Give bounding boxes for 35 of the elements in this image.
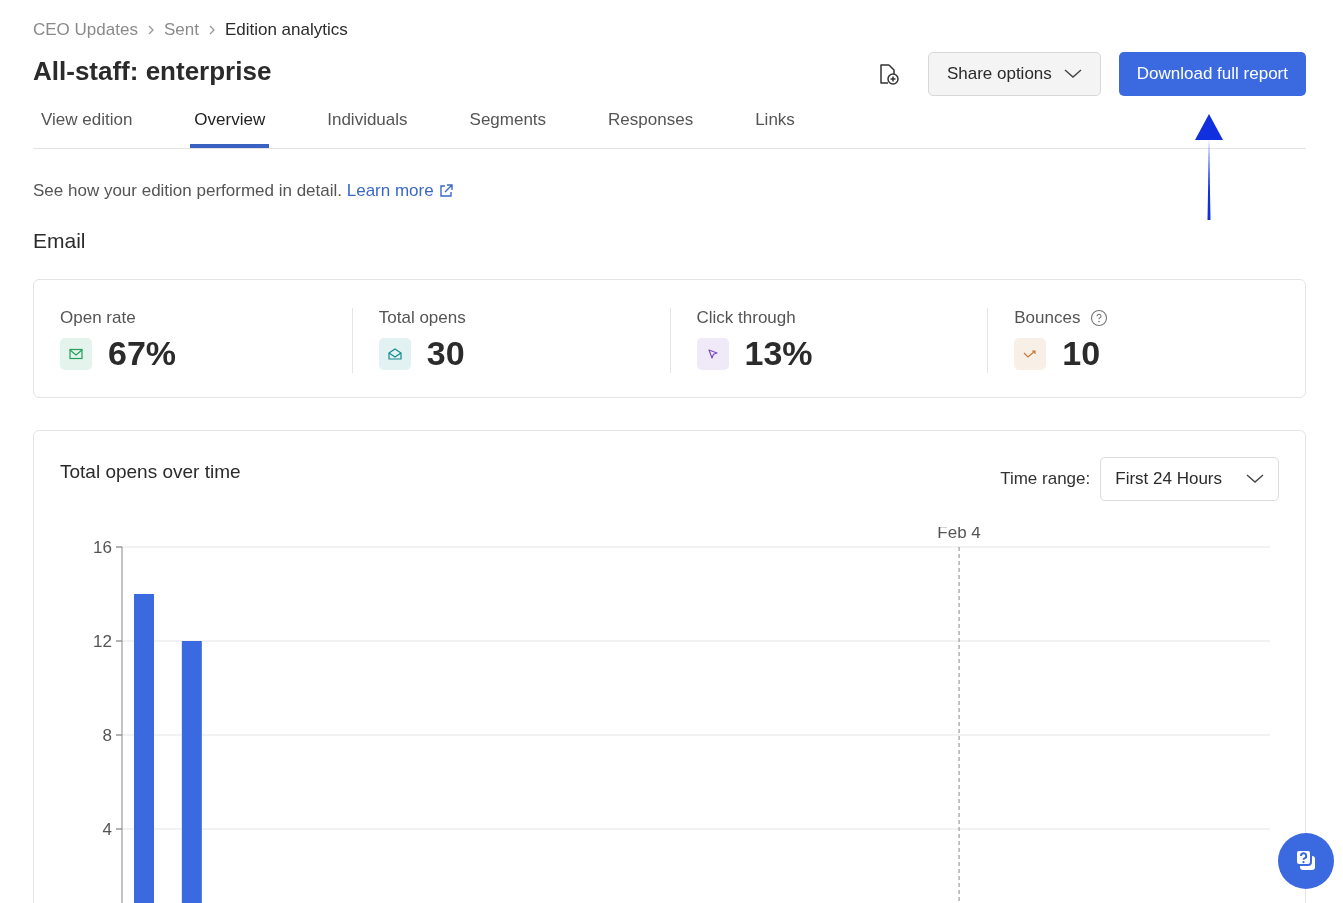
tab[interactable]: Links [751,102,799,148]
y-tick [115,546,123,548]
share-options-button[interactable]: Share options [927,52,1101,96]
stat-label: Open rate [60,308,136,328]
learn-more-link[interactable]: Learn more [346,181,454,201]
stat-value: 67% [108,334,177,373]
y-tick [115,640,123,642]
chart-title: Total opens over time [60,461,241,483]
time-range-dropdown[interactable]: First 24 Hours [1100,457,1279,501]
stat-value: 13% [744,334,813,373]
y-tick-label: 4 [102,820,112,839]
tab[interactable]: Segments [465,102,551,148]
tab[interactable]: Responses [604,102,698,148]
external-link-icon [437,183,454,199]
stat-label: Click through [696,308,796,328]
stat-label: Total opens [378,308,466,328]
help-chat-button[interactable] [1278,833,1334,889]
y-tick-label: 12 [93,632,112,651]
tab[interactable]: View edition [37,102,137,148]
tab[interactable]: Overview [190,102,270,148]
chevron-down-icon [1063,69,1082,79]
stat-label: Bounces [1014,308,1081,328]
stat-value: 10 [1062,334,1101,373]
y-tick-label: 8 [102,726,112,745]
time-range-label: Time range: [1000,469,1091,489]
y-tick [115,828,123,830]
page-title: All-staff: enterprise [33,56,273,87]
section-heading: Email [33,229,87,253]
tab[interactable]: Individuals [323,102,412,148]
download-report-button[interactable]: Download full report [1118,52,1306,96]
intro-text: See how your edition performed in detail. Learn more [33,181,1306,201]
y-tick-label: 16 [93,538,112,557]
chevron-down-icon [1246,474,1264,484]
stat-value: 30 [426,334,465,373]
y-tick [115,734,123,736]
